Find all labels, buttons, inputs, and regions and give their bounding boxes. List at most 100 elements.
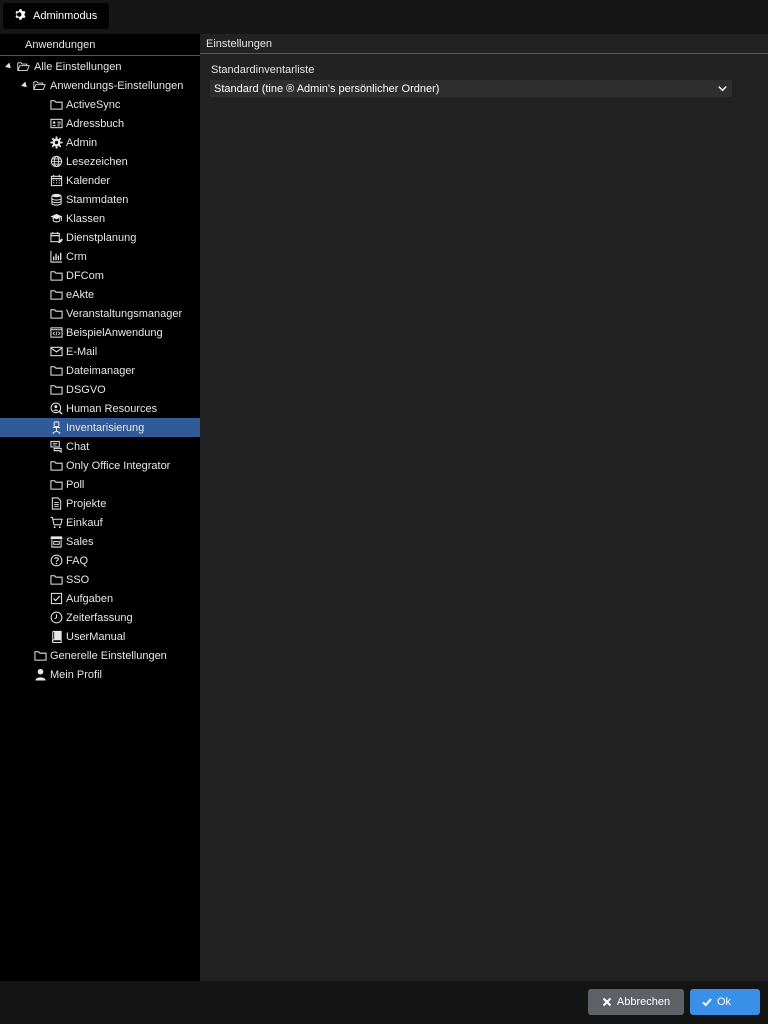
ok-button[interactable]: Ok [690,989,760,1015]
folder-open-icon [16,59,30,73]
tree-item-label: DSGVO [66,383,106,396]
tree-item-dsgvo[interactable]: DSGVO [0,380,200,399]
cancel-button[interactable]: Abbrechen [588,989,684,1015]
tree-item-projekte[interactable]: Projekte [0,494,200,513]
select-value: Standard (tine ® Admin's persönlicher Or… [214,82,440,95]
applications-panel: Anwendungen Alle Einstellungen Anwendungs… [0,34,200,981]
tree-item-label: Inventarisierung [66,421,145,434]
settings-header: Einstellungen [200,34,768,54]
tree-item-label: Admin [66,136,98,149]
tree-item-label: Adressbuch [66,117,125,130]
tree-item-label: Poll [66,478,85,491]
tree-item-faq[interactable]: FAQ [0,551,200,570]
calendar-icon [49,173,63,187]
tree-item-aufgaben[interactable]: Aufgaben [0,589,200,608]
tree-item-poll[interactable]: Poll [0,475,200,494]
chevron-down-icon[interactable] [717,83,728,94]
tree-item-chat[interactable]: Chat [0,437,200,456]
tree-item-label: Dateimanager [66,364,136,377]
tree-item-label: Lesezeichen [66,155,128,168]
check-icon [702,998,712,1007]
tree-item-einkauf[interactable]: Einkauf [0,513,200,532]
person-search-icon [49,401,63,415]
tree-item-dateimanager[interactable]: Dateimanager [0,361,200,380]
bar-chart-icon [49,249,63,263]
tree-item-label: Kalender [66,174,111,187]
tree-item-app-settings[interactable]: Anwendungs-Einstellungen [0,76,200,95]
tree-item-label: Only Office Integrator [66,459,171,472]
tree-item-lesezeichen[interactable]: Lesezeichen [0,152,200,171]
tree-item-label: UserManual [66,630,126,643]
tree-item-label: FAQ [66,554,89,567]
tree-item-veranstaltungsmanager[interactable]: Veranstaltungsmanager [0,304,200,323]
office-chair-icon [49,420,63,434]
tree-item-label: Projekte [66,497,107,510]
gear-icon [14,8,27,24]
envelope-icon [49,344,63,358]
folder-icon [49,97,63,111]
tree-item-label: Klassen [66,212,106,225]
book-icon [49,629,63,643]
tree-item-e-mail[interactable]: E-Mail [0,342,200,361]
store-icon [49,534,63,548]
tree-item-label: Aufgaben [66,592,114,605]
tree-item-activesync[interactable]: ActiveSync [0,95,200,114]
tree-item-label: eAkte [66,288,95,301]
tree-item-label: Zeiterfassung [66,611,133,624]
tree-item-general-settings[interactable]: Generelle Einstellungen [0,646,200,665]
gear-icon [49,135,63,149]
tree-item-label: Stammdaten [66,193,129,206]
database-icon [49,192,63,206]
tree-item-zeiterfassung[interactable]: Zeiterfassung [0,608,200,627]
tree-item-eakte[interactable]: eAkte [0,285,200,304]
tree-item-label: Crm [66,250,87,263]
tree-item-my-profile[interactable]: Mein Profil [0,665,200,684]
folder-open-icon [32,78,46,92]
tree-item-sso[interactable]: SSO [0,570,200,589]
tree-item-label: BeispielAnwendung [66,326,163,339]
tree-item-admin[interactable]: Admin [0,133,200,152]
dialog-footer: Abbrechen Ok [0,981,768,1024]
admin-mode-label: Adminmodus [33,10,98,22]
tree-item-adressbuch[interactable]: Adressbuch [0,114,200,133]
folder-icon [49,306,63,320]
tree-item-label: SSO [66,573,90,586]
folder-icon [49,268,63,282]
tree-item-label: DFCom [66,269,104,282]
user-icon [33,667,47,681]
tree-item-usermanual[interactable]: UserManual [0,627,200,646]
tree-item-sales[interactable]: Sales [0,532,200,551]
tree-item-dienstplanung[interactable]: Dienstplanung [0,228,200,247]
tree-item-label: Alle Einstellungen [34,60,122,73]
default-inventory-list-select[interactable]: Standard (tine ® Admin's persönlicher Or… [210,80,732,97]
tree-item-only-office-integrator[interactable]: Only Office Integrator [0,456,200,475]
tree-item-beispielanwendung[interactable]: BeispielAnwendung [0,323,200,342]
tree-item-kalender[interactable]: Kalender [0,171,200,190]
tree-item-label: Chat [66,440,90,453]
graduation-cap-icon [49,211,63,225]
folder-icon [49,363,63,377]
tree-item-stammdaten[interactable]: Stammdaten [0,190,200,209]
shopping-cart-icon [49,515,63,529]
tree-item-dfcom[interactable]: DFCom [0,266,200,285]
calendar-edit-icon [49,230,63,244]
tree-item-label: Mein Profil [50,668,102,681]
tree-item-label: Veranstaltungsmanager [66,307,183,320]
tree-item-all-settings[interactable]: Alle Einstellungen [0,57,200,76]
close-icon [602,997,612,1007]
top-toolbar: Adminmodus [0,0,768,34]
expand-arrow-icon[interactable] [5,62,13,71]
chat-icon [49,439,63,453]
code-window-icon [49,325,63,339]
tree-item-label: Sales [66,535,94,548]
tree-item-label: ActiveSync [66,98,121,111]
tree-item-crm[interactable]: Crm [0,247,200,266]
globe-icon [49,154,63,168]
tree-item-klassen[interactable]: Klassen [0,209,200,228]
document-icon [49,496,63,510]
expand-arrow-icon[interactable] [21,81,29,90]
tree-item-inventarisierung[interactable]: Inventarisierung [0,418,200,437]
default-inventory-list-label: Standardinventarliste [211,64,315,76]
tree-item-human-resources[interactable]: Human Resources [0,399,200,418]
admin-mode-button[interactable]: Adminmodus [3,3,110,29]
